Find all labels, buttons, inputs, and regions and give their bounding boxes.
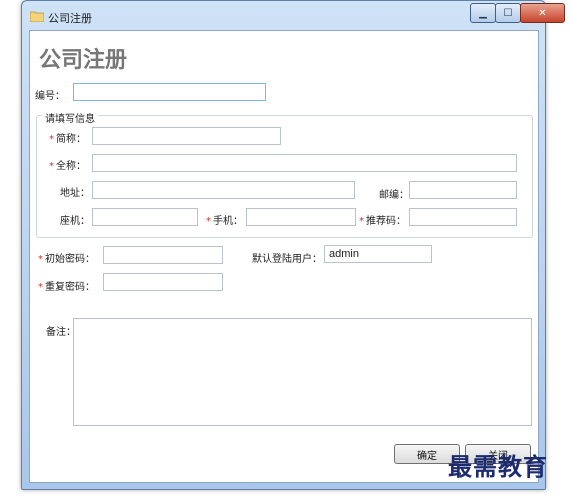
page-title: 公司注册 <box>39 48 128 73</box>
zip-label: 邮编： <box>379 190 409 201</box>
repeat-password-label: * 重复密码： <box>38 282 95 293</box>
default-user-input[interactable] <box>324 245 432 263</box>
remarks-textarea[interactable] <box>73 318 532 426</box>
zip-input[interactable] <box>409 181 517 199</box>
referral-label: * 推荐码： <box>359 216 406 227</box>
maximize-icon: ☐ <box>503 7 513 19</box>
address-input[interactable] <box>92 181 355 199</box>
close-icon: ✕ <box>538 7 547 19</box>
close-window-button[interactable]: ✕ <box>520 3 565 23</box>
number-input[interactable] <box>73 83 266 101</box>
info-group-title: 请填写信息 <box>42 110 98 125</box>
window-title: 公司注册 <box>48 12 92 25</box>
phone-label: 座机： <box>60 216 90 227</box>
remarks-label: 备注： <box>46 327 76 338</box>
number-label: 编号： <box>35 91 65 102</box>
repeat-password-input[interactable] <box>103 273 223 291</box>
minimize-icon: ▁ <box>479 7 487 19</box>
form-panel: 公司注册 编号： 请填写信息 * 简称： * 全称： 地址： 邮编： 座机： * 手机… <box>29 30 539 483</box>
full-name-input[interactable] <box>92 154 517 172</box>
title-bar[interactable]: 公司注册 ▁ ☐ ✕ <box>22 1 565 31</box>
watermark-text: 最需教育 <box>448 452 548 481</box>
maximize-button[interactable]: ☐ <box>495 3 521 23</box>
full-name-label: * 全称： <box>49 161 86 172</box>
mobile-label: * 手机： <box>206 216 243 227</box>
default-user-label: 默认登陆用户： <box>252 254 322 265</box>
short-name-label: * 简称： <box>49 134 86 145</box>
folder-icon <box>30 11 44 22</box>
referral-input[interactable] <box>409 208 517 226</box>
address-label: 地址： <box>60 188 90 199</box>
initial-password-input[interactable] <box>103 246 223 264</box>
phone-input[interactable] <box>92 208 198 226</box>
short-name-input[interactable] <box>92 127 281 145</box>
minimize-button[interactable]: ▁ <box>470 3 496 23</box>
app-window: 公司注册 ▁ ☐ ✕ 公司注册 编号： 请填写信息 * 简称： * 全称： 地址： … <box>21 0 565 490</box>
initial-password-label: * 初始密码： <box>38 254 95 265</box>
mobile-input[interactable] <box>246 208 356 226</box>
